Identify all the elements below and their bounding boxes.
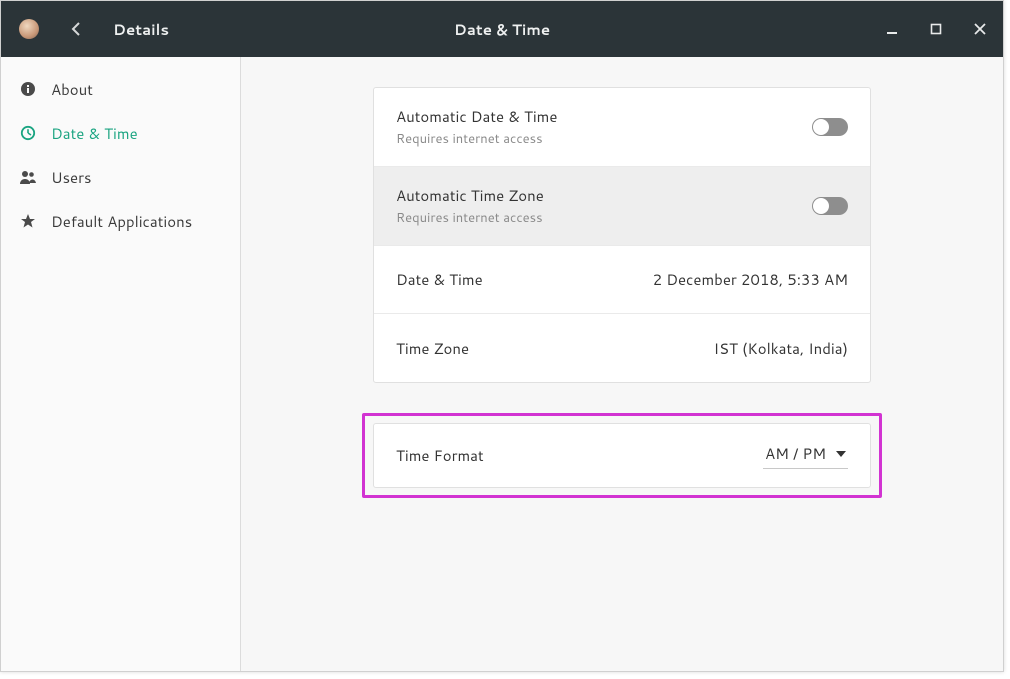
users-icon	[19, 168, 37, 186]
sidebar-item-label: About	[51, 79, 93, 100]
select-value: AM / PM	[765, 443, 826, 464]
page-title: Date & Time	[454, 19, 550, 40]
toggle-auto-datetime[interactable]	[812, 118, 848, 136]
star-icon	[19, 212, 37, 230]
setting-title: Date & Time	[396, 269, 483, 290]
setting-title: Automatic Date & Time	[396, 106, 557, 127]
toggle-knob	[813, 198, 829, 214]
settings-window: Details Date & Time About	[0, 0, 1004, 672]
window-controls	[879, 16, 993, 42]
setting-value: IST (Kolkata, India)	[714, 338, 848, 359]
sidebar-item-label: Date & Time	[51, 123, 138, 144]
toggle-auto-timezone[interactable]	[812, 197, 848, 215]
minimize-icon	[886, 23, 898, 35]
row-labels: Automatic Date & Time Requires internet …	[396, 106, 557, 148]
row-auto-timezone: Automatic Time Zone Requires internet ac…	[374, 167, 870, 246]
setting-title: Time Format	[396, 445, 484, 466]
main-content: Automatic Date & Time Requires internet …	[241, 57, 1003, 671]
maximize-button[interactable]	[923, 16, 949, 42]
section-title: Details	[113, 19, 169, 40]
time-format-select[interactable]: AM / PM	[763, 442, 848, 469]
clock-icon	[19, 124, 37, 142]
setting-subtitle: Requires internet access	[396, 209, 544, 227]
titlebar: Details Date & Time	[1, 1, 1003, 57]
chevron-left-icon	[71, 22, 83, 36]
sidebar-item-users[interactable]: Users	[1, 155, 240, 199]
setting-subtitle: Requires internet access	[396, 130, 557, 148]
setting-title: Time Zone	[396, 338, 469, 359]
avatar	[19, 19, 39, 39]
sidebar-item-date-time[interactable]: Date & Time	[1, 111, 240, 155]
close-button[interactable]	[967, 16, 993, 42]
sidebar-item-about[interactable]: About	[1, 67, 240, 111]
back-button[interactable]	[63, 15, 91, 43]
close-icon	[974, 23, 986, 35]
toggle-knob	[813, 119, 829, 135]
body-area: About Date & Time Users Default Applicat…	[1, 57, 1003, 671]
info-icon	[19, 80, 37, 98]
row-datetime[interactable]: Date & Time 2 December 2018, 5:33 AM	[374, 246, 870, 314]
row-auto-datetime: Automatic Date & Time Requires internet …	[374, 88, 870, 167]
row-time-format: Time Format AM / PM	[374, 424, 870, 487]
setting-value: 2 December 2018, 5:33 AM	[653, 269, 848, 290]
row-labels: Automatic Time Zone Requires internet ac…	[396, 185, 544, 227]
sidebar-item-label: Users	[51, 167, 91, 188]
setting-title: Automatic Time Zone	[396, 185, 544, 206]
sidebar-item-label: Default Applications	[51, 211, 192, 232]
datetime-panel: Automatic Date & Time Requires internet …	[373, 87, 871, 383]
highlight-box: Time Format AM / PM	[362, 413, 882, 498]
sidebar: About Date & Time Users Default Applicat…	[1, 57, 241, 671]
minimize-button[interactable]	[879, 16, 905, 42]
chevron-down-icon	[836, 451, 846, 457]
row-timezone[interactable]: Time Zone IST (Kolkata, India)	[374, 314, 870, 382]
time-format-panel: Time Format AM / PM	[373, 423, 871, 488]
sidebar-item-default-applications[interactable]: Default Applications	[1, 199, 240, 243]
maximize-icon	[930, 23, 942, 35]
